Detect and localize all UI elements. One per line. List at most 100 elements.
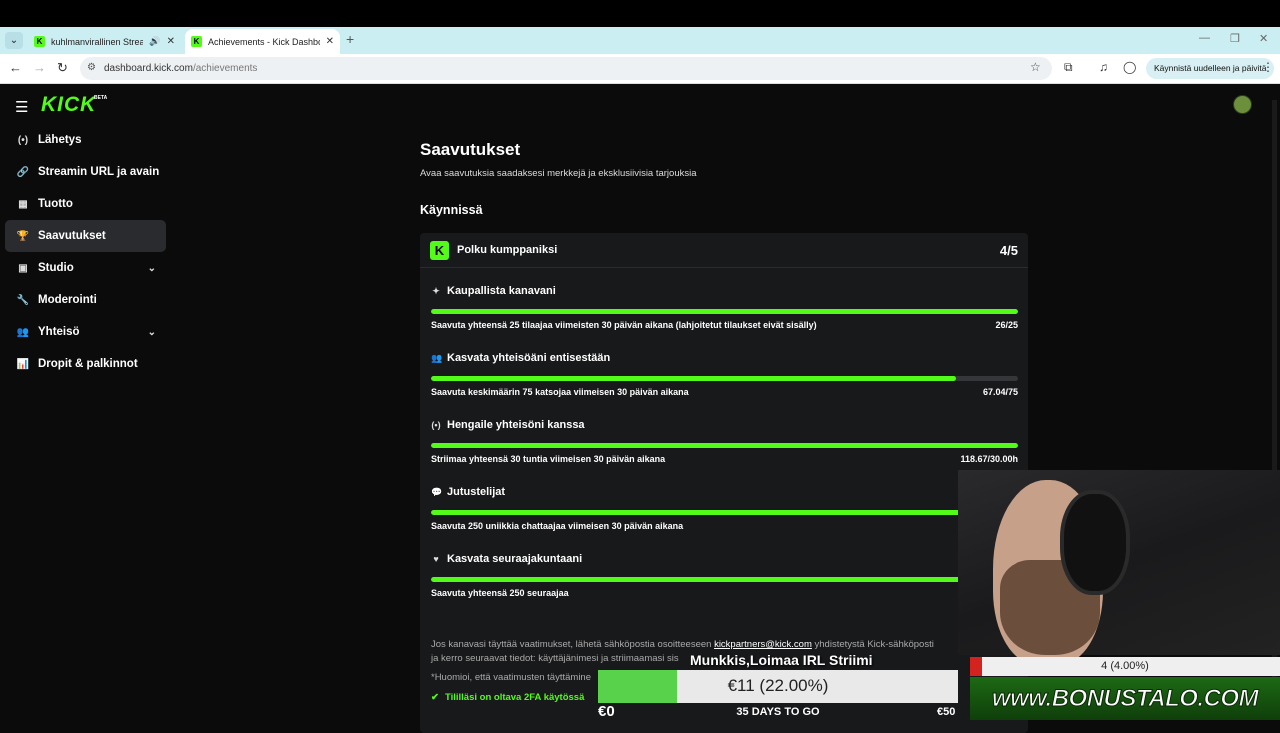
- site-info-icon[interactable]: ⚙: [87, 62, 96, 73]
- sidebar-item-3[interactable]: 🏆 Saavutukset: [5, 220, 166, 252]
- sidebar-item-2[interactable]: ▦ Tuotto: [5, 188, 166, 220]
- sponsor-text: www.BONUSTALO.COM: [991, 684, 1259, 712]
- goal-max-label: €50: [937, 706, 956, 718]
- sidebar-item-label: Dropit & palkinnot: [38, 358, 138, 370]
- achievement-item: (•) Hengaile yhteisöni kanssa Striimaa yht…: [431, 419, 1018, 464]
- achievement-progress-fill: [431, 309, 1018, 314]
- user-avatar[interactable]: [1233, 95, 1252, 114]
- screen-top-black: [0, 0, 1280, 27]
- achievement-description: Striimaa yhteensä 30 tuntia viimeisen 30…: [431, 454, 666, 464]
- sidebar-item-7[interactable]: 📊 Dropit & palkinnot: [5, 348, 166, 380]
- achievement-title: Kasvata yhteisöäni entisestään: [447, 352, 611, 364]
- speaker-icon[interactable]: 🔊: [149, 36, 160, 47]
- achievement-item: 💬 Jutustelijat Saavuta 250 uniikkia chatta…: [431, 486, 1018, 531]
- hamburger-menu-icon[interactable]: ☰: [15, 98, 28, 116]
- achievement-item: 👥 Kasvata yhteisöäni entisestään Saavuta k…: [431, 352, 1018, 397]
- achievement-title-row: ♥ Kasvata seuraajakuntaani: [431, 553, 1018, 565]
- achievement-value: 67.04/75: [982, 387, 1018, 397]
- sidebar-item-1[interactable]: 🔗 Streamin URL ja avain: [5, 156, 166, 188]
- broadcast-icon: (•): [431, 420, 441, 430]
- close-tab-icon[interactable]: ✕: [326, 36, 334, 47]
- achievement-title: Jutustelijat: [447, 486, 506, 498]
- trophy-icon: 🏆: [16, 230, 30, 242]
- achievement-description: Saavuta yhteensä 250 seuraajaa: [431, 588, 569, 598]
- sub-goal-text: 4 (4.00%): [1101, 660, 1149, 672]
- achievement-desc-row: Saavuta 250 uniikkia chattaajaa viimeise…: [431, 521, 1018, 531]
- achievement-value: 118.67/30.00h: [960, 454, 1018, 464]
- url-path: /achievements: [192, 63, 258, 74]
- achievement-item: ♥ Kasvata seuraajakuntaani Saavuta yhteens…: [431, 553, 1018, 598]
- achievement-progress-fill: [431, 577, 1018, 582]
- sparkle-icon: ✦: [432, 285, 440, 296]
- achievement-desc-row: Striimaa yhteensä 30 tuntia viimeisen 30…: [431, 454, 1018, 464]
- tab-achievements[interactable]: K Achievements - Kick Dashboard ✕: [185, 29, 340, 54]
- achievement-progress-bar: [431, 443, 1018, 448]
- achievement-title-row: 💬 Jutustelijat: [431, 486, 1018, 498]
- forward-icon[interactable]: →: [33, 60, 46, 75]
- media-controls-icon[interactable]: ♫: [1099, 60, 1108, 74]
- card-progress-count: 4/5: [999, 242, 1018, 258]
- achievement-progress-fill: [431, 376, 956, 381]
- tab-search-button[interactable]: ⌄: [5, 32, 23, 49]
- achievement-title: Kaupallista kanavani: [447, 285, 556, 297]
- sidebar-item-6[interactable]: 👥 Yhteisö ⌄: [5, 316, 166, 348]
- card-title: Polku kumppaniksi: [457, 244, 558, 256]
- sidebar-item-label: Moderointi: [38, 294, 97, 306]
- restart-update-button[interactable]: Käynnistä uudelleen ja päivitä: [1146, 58, 1275, 79]
- chevron-down-icon[interactable]: ⌄: [148, 263, 156, 274]
- card-header[interactable]: K Polku kumppaniksi 4/5: [420, 233, 1028, 268]
- kick-favicon-icon: K: [34, 36, 45, 47]
- footer-note: *Huomioi, että vaatimusten täyttämine: [431, 672, 591, 683]
- close-window-icon[interactable]: ✕: [1259, 32, 1268, 45]
- address-bar[interactable]: dashboard.kick.com/achievements: [80, 57, 1052, 80]
- extensions-icon[interactable]: ⧉: [1064, 60, 1073, 75]
- achievement-item: ✦ Kaupallista kanavani Saavuta yhteensä 25…: [431, 285, 1018, 330]
- achievement-title: Hengaile yhteisöni kanssa: [447, 419, 585, 431]
- sidebar-item-label: Tuotto: [38, 198, 73, 210]
- sidebar-item-0[interactable]: (•) Lähetys: [5, 124, 166, 156]
- twofa-requirement: ✔ Tililläsi on oltava 2FA käytössä: [431, 692, 584, 703]
- twofa-label: Tililläsi on oltava 2FA käytössä: [444, 692, 585, 703]
- sidebar-item-label: Lähetys: [38, 134, 82, 146]
- heart-icon: ♥: [433, 554, 439, 564]
- beta-badge: BETA: [94, 95, 108, 101]
- maximize-icon[interactable]: ❐: [1230, 32, 1240, 45]
- sidebar: (•) Lähetys 🔗 Streamin URL ja avain ▦ Tuotto 🏆…: [5, 124, 166, 380]
- minimize-icon[interactable]: —: [1199, 32, 1210, 44]
- studio-icon: ▣: [18, 262, 28, 274]
- achievement-progress-fill: [431, 443, 1018, 448]
- achievement-description: Saavuta yhteensä 25 tilaajaa viimeisten …: [431, 320, 817, 330]
- close-tab-icon[interactable]: ✕: [167, 36, 175, 47]
- users-icon: 👥: [431, 352, 443, 363]
- achievement-desc-row: Saavuta keskimäärin 75 katsojaa viimeise…: [431, 387, 1018, 397]
- sidebar-item-5[interactable]: 🔧 Moderointi: [5, 284, 166, 316]
- donation-goal-text: €11 (22.00%): [727, 676, 829, 695]
- achievement-description: Saavuta 250 uniikkia chattaajaa viimeise…: [431, 521, 684, 531]
- profile-icon[interactable]: ◯: [1123, 60, 1136, 74]
- partner-email-link[interactable]: kickpartners@kick.com: [714, 639, 812, 650]
- sidebar-item-4[interactable]: ▣ Studio ⌄: [5, 252, 166, 284]
- new-tab-icon[interactable]: +: [346, 31, 354, 47]
- kick-logo[interactable]: KICK: [41, 93, 96, 117]
- community-icon: 👥: [16, 326, 30, 338]
- sidebar-item-label: Streamin URL ja avain: [38, 166, 160, 178]
- achievement-progress-fill: [431, 510, 1018, 515]
- sponsor-banner: www.BONUSTALO.COM: [970, 677, 1280, 720]
- chevron-down-icon[interactable]: ⌄: [148, 327, 156, 338]
- reload-icon[interactable]: ↻: [57, 60, 68, 76]
- tab-stream[interactable]: K kuhlmanvirallinen Stream - 🔊 ✕: [28, 29, 181, 54]
- sidebar-item-label: Studio: [38, 262, 74, 274]
- headphones: [1060, 490, 1130, 595]
- url-domain: dashboard.kick.com: [104, 63, 193, 74]
- page-title: Saavutukset: [420, 140, 521, 159]
- back-icon[interactable]: ←: [9, 60, 22, 75]
- revenue-icon: ▦: [18, 198, 28, 210]
- achievement-progress-bar: [431, 510, 1018, 515]
- bookmark-star-icon[interactable]: ☆: [1030, 60, 1041, 74]
- achievement-title: Kasvata seuraajakuntaani: [447, 553, 583, 565]
- achievement-title-row: ✦ Kaupallista kanavani: [431, 285, 1018, 297]
- achievement-description: Saavuta keskimäärin 75 katsojaa viimeise…: [431, 387, 689, 397]
- browser-menu-icon[interactable]: ⋮: [1262, 60, 1274, 74]
- achievement-progress-bar: [431, 376, 1018, 381]
- achievement-title-row: (•) Hengaile yhteisöni kanssa: [431, 419, 1018, 431]
